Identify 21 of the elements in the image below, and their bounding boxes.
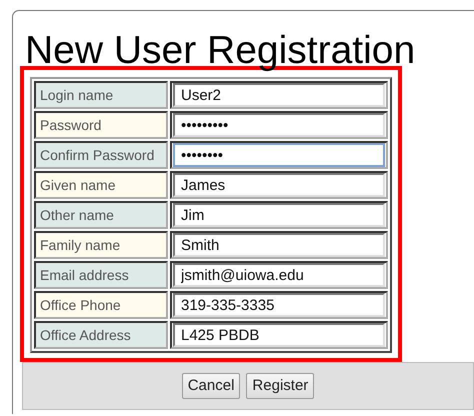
- field-label: Confirm Password: [34, 141, 168, 169]
- field-label: Office Address: [34, 321, 168, 349]
- input-field[interactable]: James: [173, 173, 385, 197]
- register-button[interactable]: Register: [246, 372, 314, 400]
- input-field[interactable]: User2: [173, 83, 385, 107]
- input-field[interactable]: •••••••••: [173, 113, 385, 137]
- input-field[interactable]: L425 PBDB: [173, 323, 385, 347]
- input-field[interactable]: Smith: [173, 233, 385, 257]
- cancel-button[interactable]: Cancel: [182, 372, 240, 400]
- input-field[interactable]: jsmith@uiowa.edu: [173, 263, 385, 287]
- field-label: Family name: [34, 231, 168, 259]
- input-field[interactable]: ••••••••: [173, 143, 385, 167]
- page-title: New User Registration: [25, 31, 416, 70]
- field-label: Password: [34, 111, 168, 139]
- field-label: Other name: [34, 201, 168, 229]
- input-field[interactable]: 319-335-3335: [173, 293, 385, 317]
- input-field[interactable]: Jim: [173, 203, 385, 227]
- field-label: Email address: [34, 261, 168, 289]
- field-label: Office Phone: [34, 291, 168, 319]
- field-label: Login name: [34, 81, 168, 109]
- field-label: Given name: [34, 171, 168, 199]
